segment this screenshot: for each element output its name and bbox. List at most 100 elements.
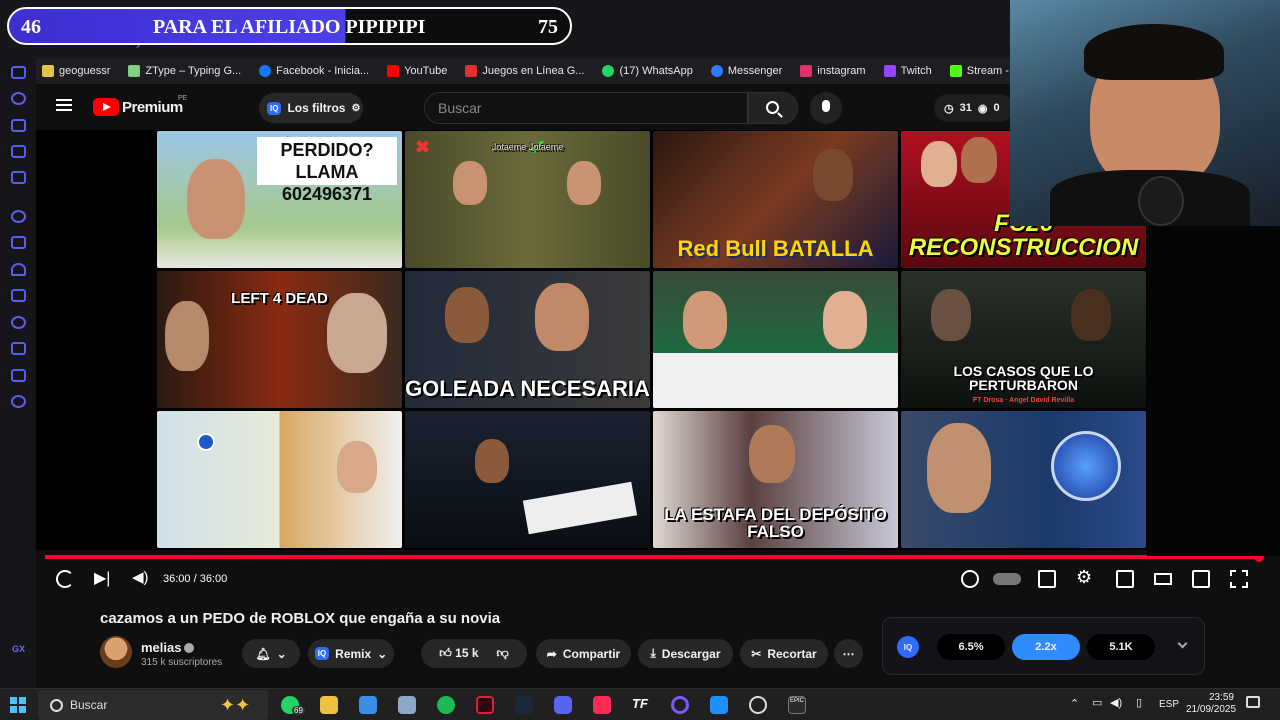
- spotify-icon[interactable]: [437, 696, 455, 714]
- folder-icon: [42, 65, 54, 77]
- autoplay-toggle[interactable]: [993, 573, 1021, 585]
- gx-label[interactable]: GX: [12, 644, 25, 654]
- endscreen-video-12[interactable]: [901, 411, 1146, 548]
- settings-gear-icon[interactable]: ⚙: [1076, 567, 1094, 587]
- opera-gx-icon[interactable]: [476, 696, 494, 714]
- subtitles-icon[interactable]: [1038, 570, 1056, 588]
- app-icon[interactable]: [398, 696, 416, 714]
- premium-wordmark[interactable]: Premium: [122, 99, 183, 116]
- endscreen-video-5[interactable]: LEFT 4 DEAD: [157, 271, 402, 408]
- speed-icon[interactable]: [11, 92, 26, 105]
- battery-icon[interactable]: ▯: [1136, 696, 1142, 709]
- endscreen-video-6[interactable]: GOLEADA NECESARIA: [405, 271, 650, 408]
- endscreen-video-9[interactable]: [157, 411, 402, 548]
- list-icon[interactable]: [11, 289, 26, 302]
- chevron-down-icon[interactable]: [1177, 638, 1188, 649]
- copilot-sparkle-icon[interactable]: ✦✦: [220, 695, 260, 715]
- language-indicator[interactable]: ESP: [1159, 699, 1179, 710]
- download-icon[interactable]: [11, 342, 26, 355]
- verified-icon: [184, 643, 195, 653]
- store-icon[interactable]: [359, 696, 377, 714]
- hot-tabs-icon[interactable]: [11, 119, 26, 132]
- volume-icon[interactable]: ◀): [132, 568, 150, 586]
- remix-button[interactable]: IQ Remix ⌄: [308, 639, 394, 668]
- steam-icon[interactable]: [515, 696, 533, 714]
- discord-icon[interactable]: [554, 696, 572, 714]
- fullscreen-icon[interactable]: [1230, 570, 1248, 588]
- clip-button[interactable]: ✂ Recortar: [740, 639, 828, 668]
- progress-bar[interactable]: [45, 555, 1259, 559]
- endscreen-video-8[interactable]: LOS CASOS QUE LO PERTURBARON FT Drosa · …: [901, 271, 1146, 408]
- share-button[interactable]: ➦ Compartir: [536, 639, 631, 668]
- voice-search-icon[interactable]: [810, 92, 842, 124]
- search-button[interactable]: [748, 92, 798, 124]
- endscreen-video-11[interactable]: LA ESTAFA DEL DEPÓSITO FALSO: [653, 411, 898, 548]
- send-icon[interactable]: [11, 236, 26, 249]
- news-icon[interactable]: [11, 145, 26, 158]
- replay-icon[interactable]: [56, 570, 74, 588]
- download-button[interactable]: ⤓ Descargar: [638, 639, 733, 668]
- tiktok-icon[interactable]: [593, 696, 611, 714]
- bookmarks-bar: geoguessr ZType – Typing G... Facebook -…: [0, 58, 1010, 84]
- extensions-icon[interactable]: [11, 369, 26, 382]
- theater-mode-icon[interactable]: [1154, 573, 1172, 585]
- iq-icon: IQ: [267, 101, 282, 115]
- iq-logo-icon: IQ: [897, 636, 919, 658]
- iq-metric-b[interactable]: 2.2x: [1012, 634, 1080, 660]
- endscreen-video-2[interactable]: ✖ ✔ Jotaeme Jotaeme: [405, 131, 650, 268]
- bookmark-facebook[interactable]: Facebook - Inicia...: [259, 65, 369, 77]
- network-icon[interactable]: ▭: [1092, 696, 1102, 709]
- sliders-icon: ⚙: [351, 102, 361, 114]
- endscreen-video-3[interactable]: Red Bull BATALLA: [653, 131, 898, 268]
- speaker-icon[interactable]: ◀): [1110, 696, 1122, 709]
- bookmark-messenger[interactable]: Messenger: [710, 65, 782, 77]
- bookmark-instagram[interactable]: instagram: [800, 65, 866, 77]
- endscreen-video-7[interactable]: [653, 271, 898, 408]
- avatar[interactable]: [100, 636, 132, 668]
- bookmark-kick[interactable]: Stream - Kick Das...: [949, 65, 1010, 77]
- capture-icon[interactable]: [710, 696, 728, 714]
- settings-icon[interactable]: [11, 395, 26, 408]
- miniplayer-icon[interactable]: [1116, 570, 1134, 588]
- tray-expand-icon[interactable]: ⌃: [1070, 697, 1079, 710]
- ring-app-icon[interactable]: [671, 696, 689, 714]
- thumb-sign: PERDIDO? LLAMA 602496371: [257, 137, 397, 204]
- notifications-icon[interactable]: [1246, 696, 1260, 708]
- messenger-sidebar-icon[interactable]: [11, 171, 26, 184]
- endscreen-video-10[interactable]: [405, 411, 650, 548]
- bookmark-youtube[interactable]: YouTube: [387, 65, 447, 77]
- filters-button[interactable]: IQ Los filtros ⚙: [259, 93, 363, 123]
- cast-icon[interactable]: [1192, 570, 1210, 588]
- bookmark-geoguessr[interactable]: geoguessr: [42, 65, 110, 77]
- thumb-caption: Jotaeme Jotaeme: [491, 142, 564, 152]
- hamburger-menu-icon[interactable]: [56, 99, 72, 111]
- search-input[interactable]: Buscar: [424, 92, 748, 124]
- iq-metric-a[interactable]: 6.5%: [937, 634, 1005, 660]
- bookmark-twitch[interactable]: Twitch: [883, 65, 932, 77]
- circle-icon[interactable]: [11, 210, 26, 223]
- epic-games-icon[interactable]: EPIC: [788, 696, 806, 714]
- notifications-button[interactable]: 🔔︎ ⌄: [242, 639, 300, 668]
- channel-name[interactable]: melias: [141, 640, 195, 655]
- youtube-logo-icon[interactable]: [93, 98, 119, 116]
- more-actions-button[interactable]: ⋯: [834, 639, 863, 668]
- windows-start-icon[interactable]: [10, 697, 26, 713]
- obs-icon[interactable]: [749, 696, 767, 714]
- like-button[interactable]: 👍︎ 15 k: [439, 646, 478, 661]
- bookmark-juegos[interactable]: Juegos en Línea G...: [465, 65, 584, 77]
- eye-toggle-icon[interactable]: [961, 570, 979, 588]
- clock[interactable]: 23:59 21/09/2025: [1186, 692, 1236, 716]
- gamepad-icon[interactable]: [11, 66, 26, 79]
- next-icon[interactable]: ▶|: [94, 568, 112, 587]
- bookmark-whatsapp[interactable]: (17) WhatsApp: [602, 65, 693, 77]
- stream-overlay-banner: 46 PARA EL AFILIADO PIPIPIPI 75: [7, 7, 572, 45]
- iq-metric-c[interactable]: 5.1K: [1087, 634, 1155, 660]
- bookmark-ztype[interactable]: ZType – Typing G...: [128, 65, 241, 77]
- dislike-button[interactable]: 👎︎: [497, 646, 509, 661]
- history-icon[interactable]: [11, 316, 26, 329]
- heart-icon[interactable]: [11, 263, 26, 276]
- file-explorer-icon[interactable]: [320, 696, 338, 714]
- tf-icon[interactable]: TF: [632, 696, 650, 714]
- chevron-down-icon: ⌄: [276, 646, 287, 661]
- endscreen-video-1[interactable]: PERDIDO? LLAMA 602496371: [157, 131, 402, 268]
